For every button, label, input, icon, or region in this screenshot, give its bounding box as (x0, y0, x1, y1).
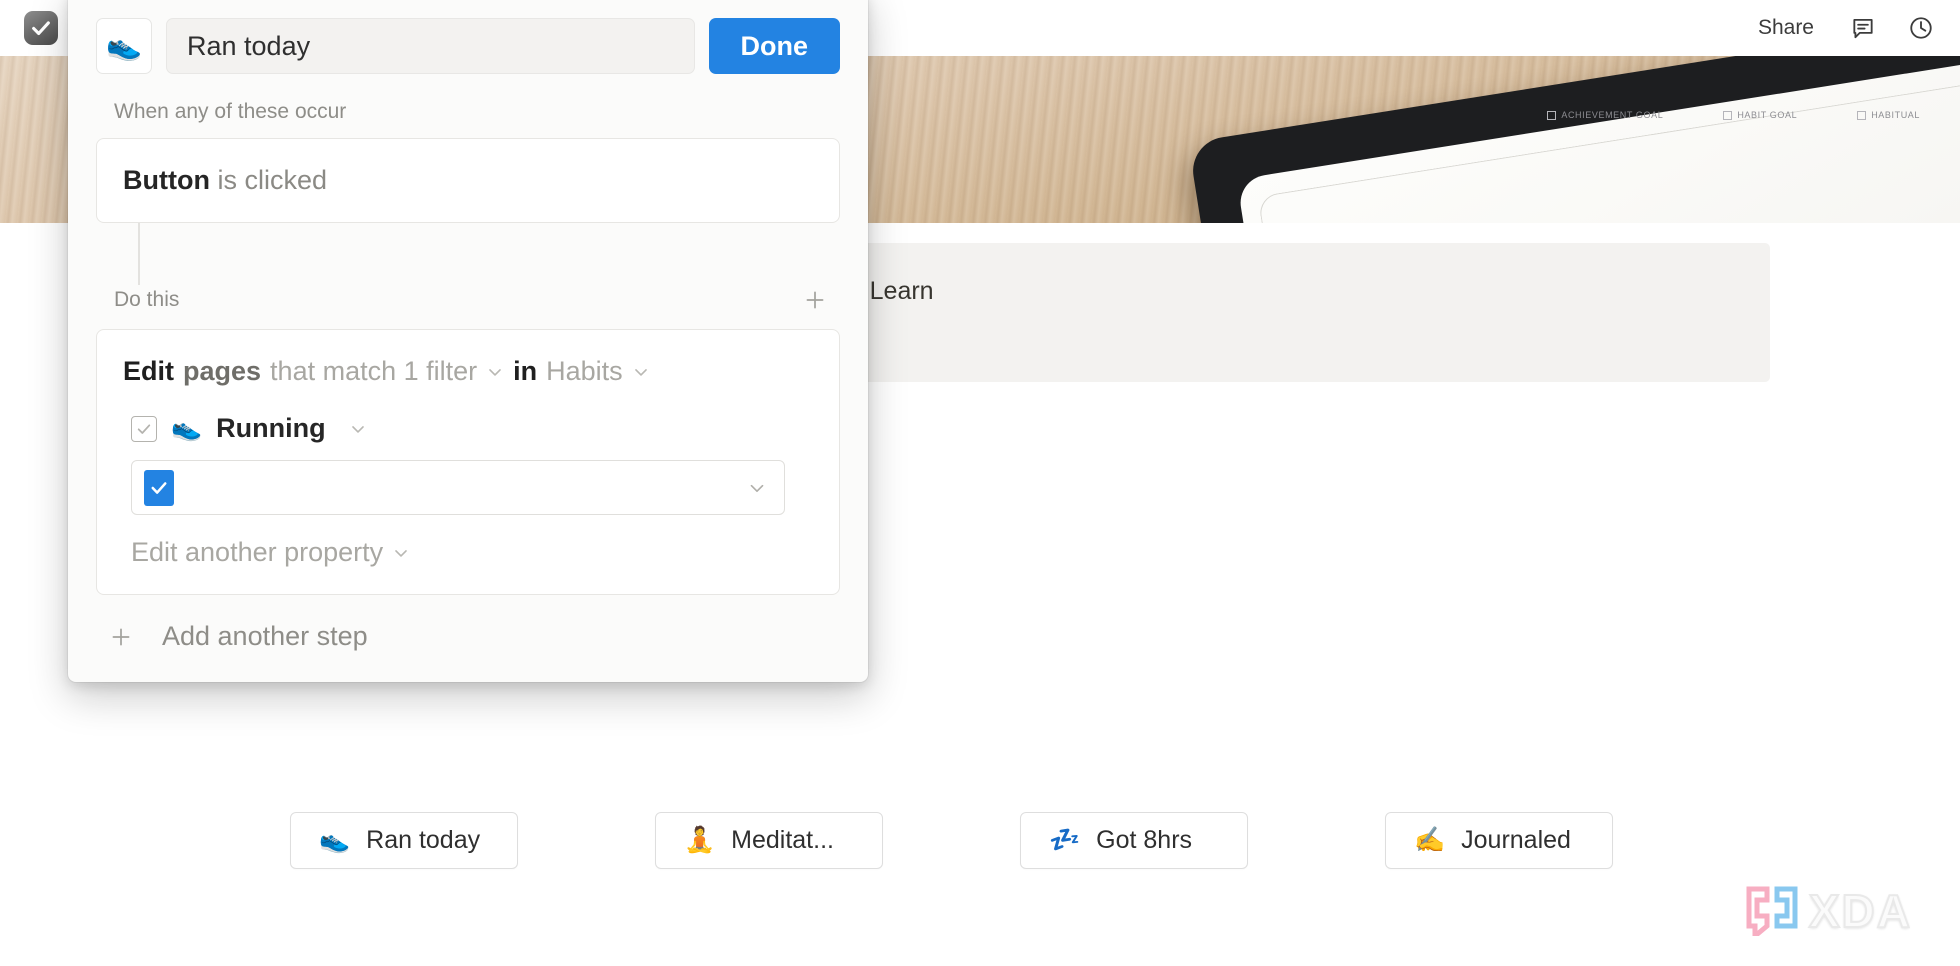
automation-editor-modal: 👟 Done When any of these occur Button is… (68, 0, 868, 683)
running-shoe-emoji: 👟 (105, 30, 143, 62)
share-button[interactable]: Share (1752, 12, 1820, 44)
action-filter-text: that match 1 filter (270, 356, 478, 386)
notebook-checkbox-labels: ACHIEVEMENT GOAL HABIT GOAL HABITUAL (1547, 110, 1920, 120)
clock-history-icon[interactable] (1906, 13, 1936, 43)
habit-button-row: 👟 Ran today 🧘 Meditat... 💤 Got 8hrs ✍️ J… (290, 812, 1613, 869)
trigger-rest-text: is clicked (209, 165, 327, 195)
action-connector-word: in (513, 356, 538, 386)
action-card: Edit pages that match 1 filter in Habits (96, 329, 840, 596)
xda-wordmark: XDA (1808, 884, 1912, 938)
running-shoe-emoji: 👟 (171, 414, 203, 443)
chevron-down-icon[interactable] (348, 419, 368, 439)
habit-button-label: Meditat... (731, 826, 834, 854)
flow-connector-line (138, 223, 140, 285)
toolbar-actions: Share (1752, 12, 1936, 44)
add-action-plus-icon[interactable] (800, 285, 830, 315)
chevron-down-icon[interactable] (746, 477, 768, 499)
running-shoe-emoji: 👟 (319, 826, 351, 854)
add-another-step-button[interactable]: Add another step (108, 621, 840, 652)
automation-name-input[interactable] (166, 18, 695, 74)
habit-button-meditate[interactable]: 🧘 Meditat... (655, 812, 883, 869)
action-database-name: Habits (546, 356, 623, 386)
habit-button-label: Ran today (366, 826, 481, 854)
action-description-row[interactable]: Edit pages that match 1 filter in Habits (123, 352, 813, 391)
trigger-card[interactable]: Button is clicked (96, 138, 840, 223)
edit-another-property-button[interactable]: Edit another property (131, 537, 813, 568)
xda-watermark: XDA (1745, 884, 1912, 938)
checkmark-app-icon (24, 11, 58, 45)
habit-button-ran-today[interactable]: 👟 Ran today (290, 812, 518, 869)
chevron-down-icon[interactable] (391, 543, 411, 563)
add-another-step-label: Add another step (162, 621, 368, 652)
writing-hand-emoji: ✍️ (1414, 826, 1446, 854)
habit-button-label: Got 8hrs (1096, 826, 1193, 854)
edit-another-property-label: Edit another property (131, 537, 384, 568)
chevron-down-icon[interactable] (631, 362, 651, 382)
action-verb: Edit (123, 356, 174, 386)
habit-button-journaled[interactable]: ✍️ Journaled (1385, 812, 1613, 869)
meditation-emoji: 🧘 (684, 826, 716, 854)
sleep-zzz-emoji: 💤 (1049, 826, 1081, 854)
automation-emoji-picker-button[interactable]: 👟 (96, 18, 152, 74)
chevron-down-icon[interactable] (485, 362, 505, 382)
action-object: pages (183, 356, 262, 386)
modal-header: 👟 Done (96, 18, 840, 74)
filter-value-select[interactable] (131, 460, 785, 516)
habit-button-got-8hrs[interactable]: 💤 Got 8hrs (1020, 812, 1248, 869)
trigger-strong-text: Button (123, 165, 210, 195)
action-section-label: Do this (114, 288, 180, 311)
action-section-header: Do this (114, 285, 830, 315)
plus-icon (108, 624, 134, 650)
comment-bubble-icon[interactable] (1848, 13, 1878, 43)
done-button[interactable]: Done (708, 18, 840, 74)
checked-checkbox-icon[interactable] (144, 469, 174, 506)
filter-property-row[interactable]: 👟 Running (123, 405, 813, 454)
unchecked-checkbox-icon[interactable] (131, 415, 157, 442)
xda-logo-icon (1745, 886, 1799, 936)
habit-button-label: Journaled (1461, 826, 1571, 854)
filter-property-name: Running (216, 413, 326, 444)
trigger-section-label: When any of these occur (114, 100, 347, 123)
